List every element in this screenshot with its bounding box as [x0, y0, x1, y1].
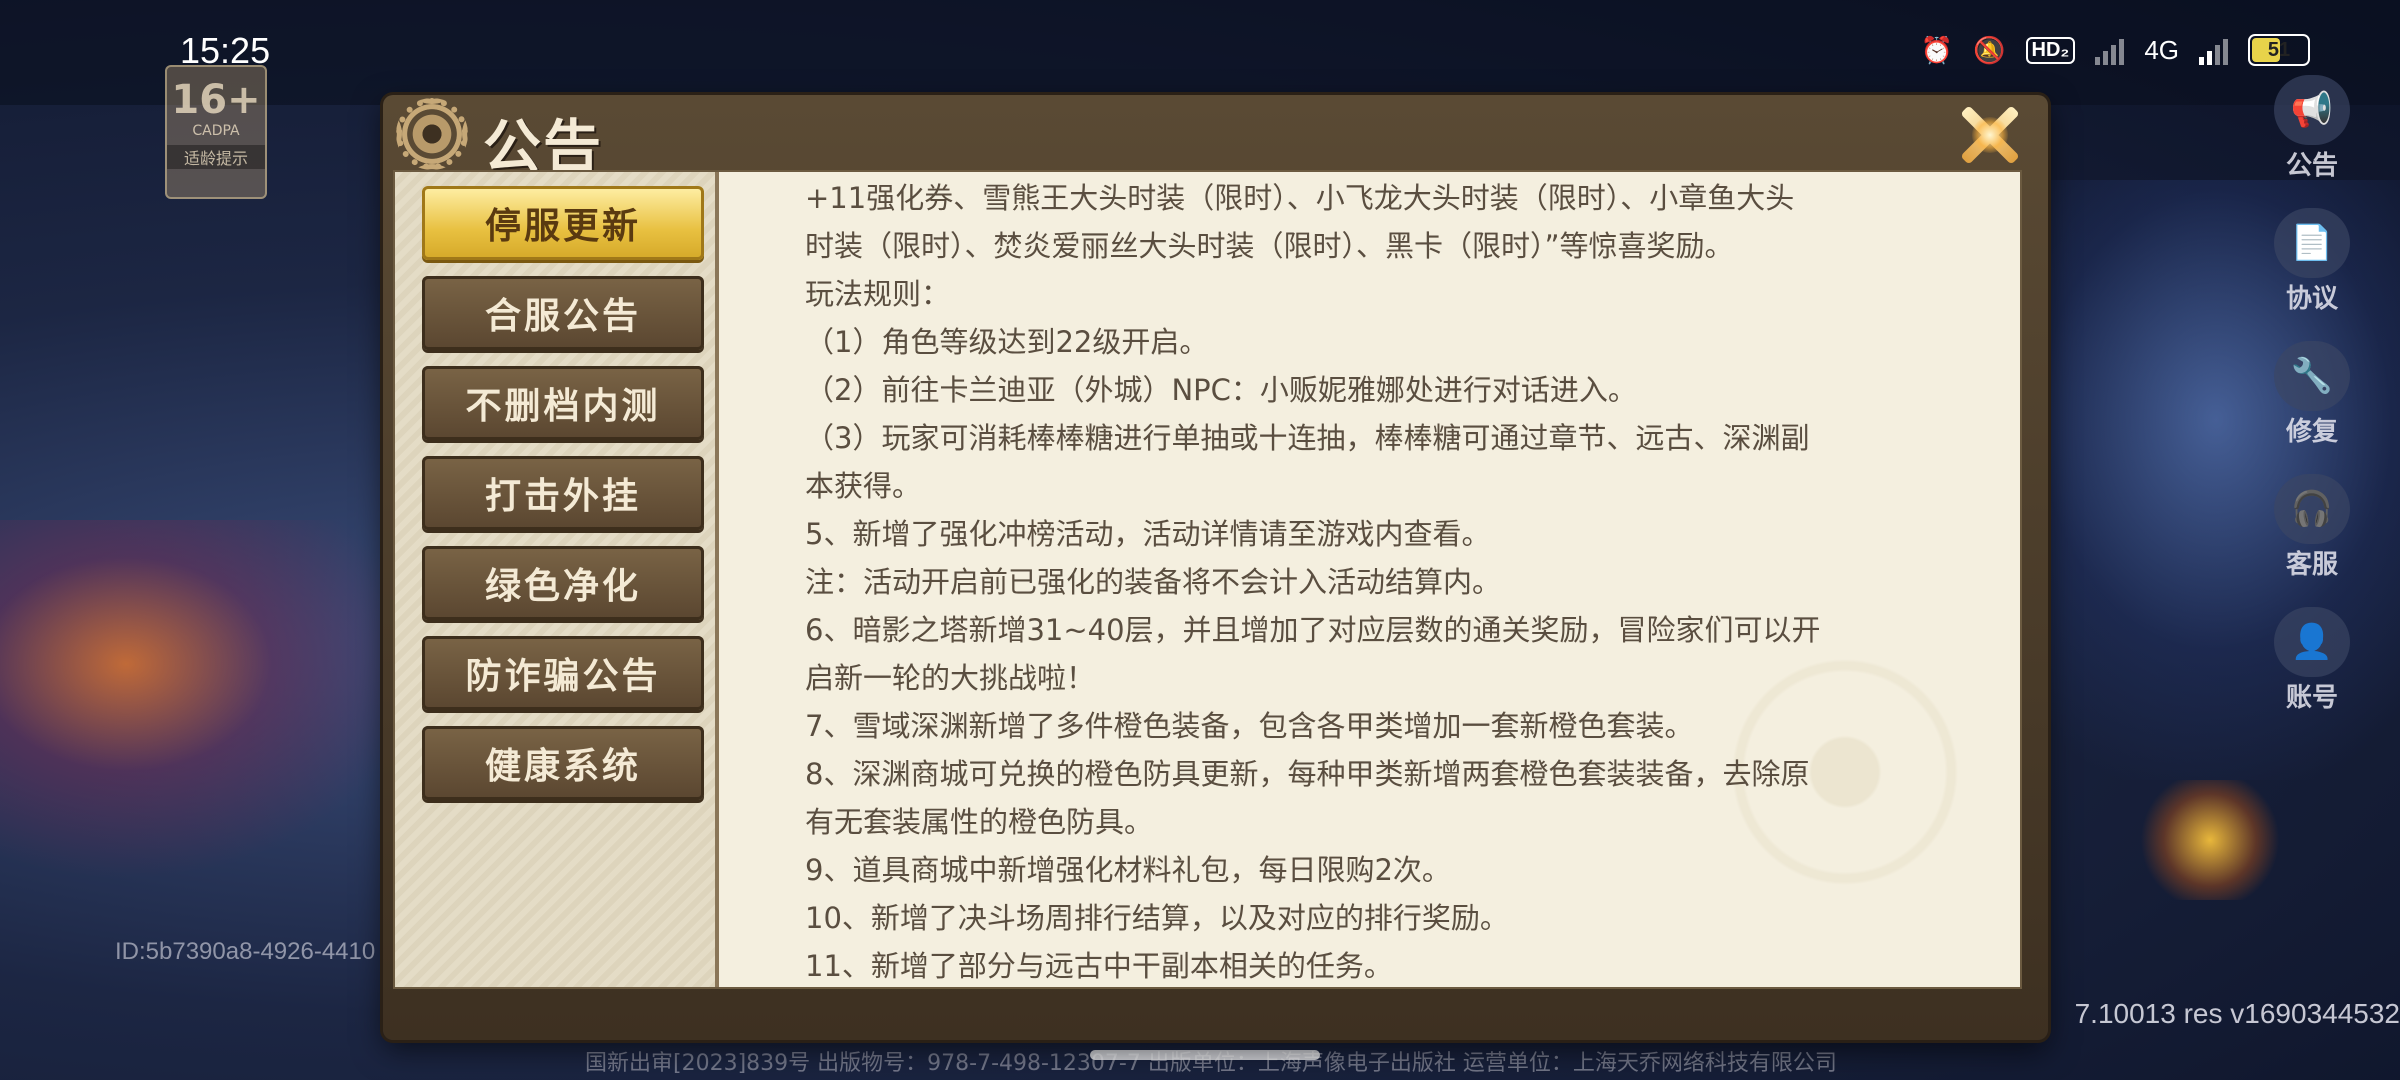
- side-item-account[interactable]: 👤 账号: [2274, 607, 2350, 714]
- version-label: 7.10013 res v1690344532: [2074, 998, 2400, 1029]
- content-line: 启新一轮的大挑战啦！: [805, 661, 1096, 695]
- document-icon: 📄: [2274, 208, 2350, 278]
- content-line: （3）玩家可消耗棒棒糖进行单抽或十连抽，棒棒糖可通过章节、远古、深渊副: [805, 421, 1810, 455]
- announcement-dialog: 公告 停服更新 合服公告 不删档内测 打击外挂 绿色净化 防诈骗公告 健康系统 …: [383, 95, 2048, 1040]
- alarm-icon: ⏰: [1920, 34, 1954, 65]
- content-line: 注：活动开启前已强化的装备将不会计入活动结算内。: [805, 565, 1502, 599]
- content-line: 7、雪域深渊新增了多件橙色装备，包含各甲类增加一套新橙色套装。: [805, 709, 1694, 743]
- content-line: 9、道具商城中新增强化材料礼包，每日限购2次。: [805, 853, 1451, 887]
- tab-anti-fraud[interactable]: 防诈骗公告: [422, 636, 704, 710]
- hd-voice-icon: HD₂: [2025, 36, 2076, 64]
- content-line: 11、新增了部分与远古中干副本相关的任务。: [805, 949, 1393, 983]
- age-rating-badge: 16+ CADPA 适龄提示: [165, 65, 267, 199]
- tab-list: 停服更新 合服公告 不删档内测 打击外挂 绿色净化 防诈骗公告 健康系统: [395, 172, 719, 987]
- announcement-text: +11强化券、雪熊王大头时装（限时）、小飞龙大头时装（限时）、小章鱼大头 时装（…: [805, 174, 1925, 987]
- status-bar: 15:25 ⏰ 🔕 HD₂ 4G 51: [0, 0, 2400, 105]
- mute-icon: 🔕: [1973, 34, 2006, 65]
- content-line: +11强化券、雪熊王大头时装（限时）、小飞龙大头时装（限时）、小章鱼大头: [805, 181, 1795, 215]
- megaphone-icon: 📢: [2274, 75, 2350, 145]
- status-icons: ⏰ 🔕 HD₂ 4G 51: [1921, 34, 2310, 66]
- tab-closed-beta[interactable]: 不删档内测: [422, 366, 704, 440]
- content-line: 10、新增了决斗场周排行结算，以及对应的排行奖励。: [805, 901, 1509, 935]
- user-icon: 👤: [2274, 607, 2350, 677]
- content-line: 5、新增了强化冲榜活动，活动详情请至游戏内查看。: [805, 517, 1491, 551]
- background-fire-effect: [2140, 780, 2280, 900]
- announcement-content[interactable]: +11强化券、雪熊王大头时装（限时）、小飞龙大头时装（限时）、小章鱼大头 时装（…: [719, 172, 2020, 987]
- wrench-icon: 🔧: [2274, 341, 2350, 411]
- close-button[interactable]: [1958, 103, 2022, 167]
- tab-server-merge[interactable]: 合服公告: [422, 276, 704, 350]
- tab-anti-cheat[interactable]: 打击外挂: [422, 456, 704, 530]
- dialog-footer: [383, 985, 2048, 1040]
- signal-icon-2: [2199, 35, 2228, 65]
- tab-maintenance-update[interactable]: 停服更新: [422, 186, 704, 260]
- gear-icon: [396, 98, 468, 170]
- side-item-announcement[interactable]: 📢 公告: [2274, 75, 2350, 182]
- content-line: 有无套装属性的橙色防具。: [805, 805, 1154, 839]
- content-line: 时装（限时）、焚炎爱丽丝大头时装（限时）、黑卡（限时）”等惊喜奖励。: [805, 229, 1734, 263]
- content-line: （2）前往卡兰迪亚（外城）NPC：小贩妮雅娜处进行对话进入。: [805, 373, 1637, 407]
- device-id: ID:5b7390a8-4926-4410: [115, 938, 376, 965]
- network-type: 4G: [2144, 34, 2179, 65]
- background-character-left: [0, 520, 420, 880]
- side-item-repair[interactable]: 🔧 修复: [2274, 341, 2350, 448]
- tab-health-system[interactable]: 健康系统: [422, 726, 704, 800]
- dialog-body: 停服更新 合服公告 不删档内测 打击外挂 绿色净化 防诈骗公告 健康系统 +11…: [393, 170, 2022, 989]
- content-line: 8、深渊商城可兑换的橙色防具更新，每种甲类新增两套橙色套装装备，去除原: [805, 757, 1810, 791]
- dialog-header: 公告: [383, 95, 2048, 181]
- content-line: 本获得。: [805, 469, 922, 503]
- content-line: （1）角色等级达到22级开启。: [805, 325, 1209, 359]
- battery-icon: 51: [2248, 34, 2310, 66]
- side-menu: 📢 公告 📄 协议 🔧 修复 🎧 客服 👤 账号: [2274, 75, 2350, 714]
- content-line: 6、暗影之塔新增31~40层，并且增加了对应层数的通关奖励，冒险家们可以开: [805, 613, 1821, 647]
- side-item-customer-service[interactable]: 🎧 客服: [2274, 474, 2350, 581]
- tab-green-cleanup[interactable]: 绿色净化: [422, 546, 704, 620]
- home-indicator[interactable]: [1090, 1050, 1320, 1060]
- content-line: 玩法规则：: [805, 277, 951, 311]
- headset-icon: 🎧: [2274, 474, 2350, 544]
- side-item-agreement[interactable]: 📄 协议: [2274, 208, 2350, 315]
- signal-icon: [2095, 35, 2125, 65]
